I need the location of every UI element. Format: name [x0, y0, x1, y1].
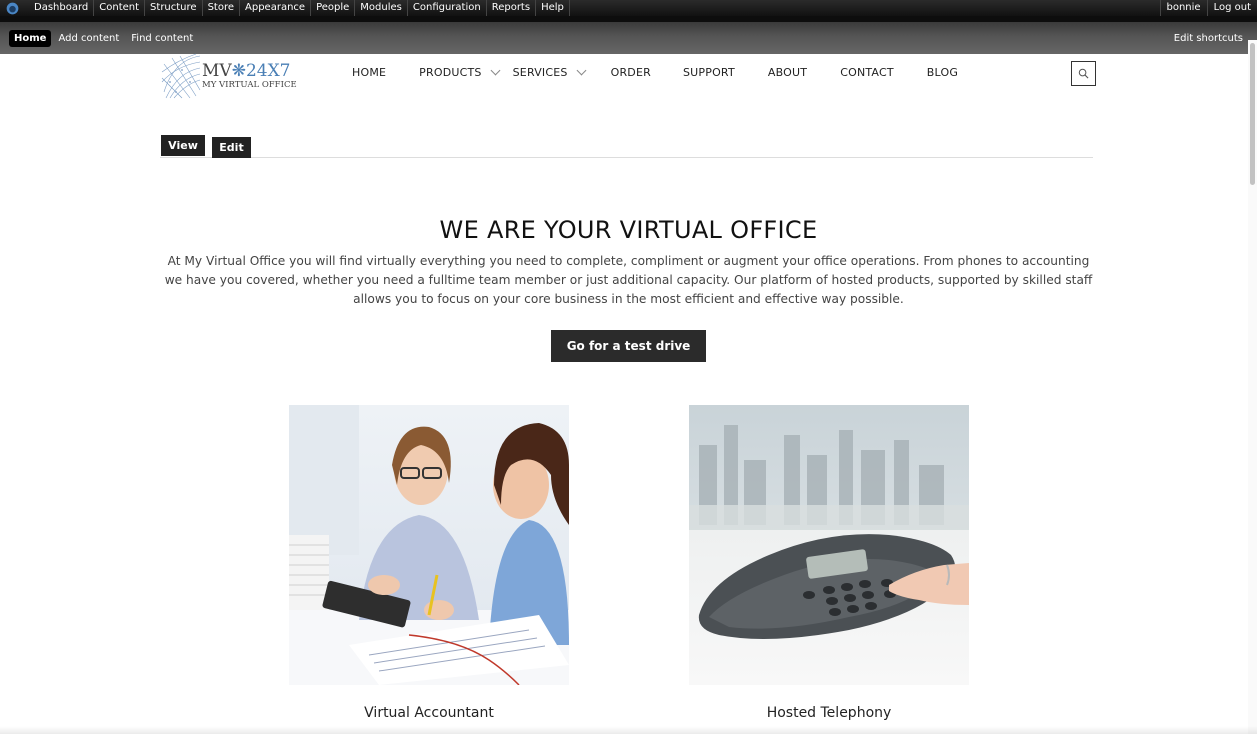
intro-paragraph: At My Virtual Office you will find virtu… [164, 254, 1093, 306]
admin-menu-structure[interactable]: Structure [145, 0, 203, 16]
tab-view[interactable]: View [161, 135, 205, 156]
admin-menu-store[interactable]: Store [203, 0, 241, 16]
bottom-shadow [0, 726, 1257, 734]
gear-logo-icon: ❋ [231, 61, 246, 81]
search-button[interactable] [1071, 61, 1096, 86]
shortcut-bar: Home Add content Find content Edit short… [0, 16, 1257, 54]
nav-support-label: SUPPORT [682, 66, 735, 79]
page-scrollbar[interactable] [1248, 40, 1257, 734]
local-tabs: View Edit [160, 135, 1093, 158]
test-drive-button[interactable]: Go for a test drive today! [551, 330, 706, 385]
logout-link[interactable]: Log out [1206, 0, 1257, 16]
search-icon [1078, 68, 1089, 79]
card-title-virtual-accountant[interactable]: Virtual Accountant [289, 705, 569, 721]
logo-tagline: MY VIRTUAL OFFICE [202, 80, 297, 90]
chevron-down-icon [490, 65, 501, 75]
edit-shortcuts-link[interactable]: Edit shortcuts [1174, 33, 1243, 44]
admin-user-menu: bonnie Log out [1159, 0, 1257, 16]
admin-menu-appearance[interactable]: Appearance [240, 0, 312, 16]
admin-menu-modules[interactable]: Modules [355, 0, 408, 16]
tab-edit[interactable]: Edit [212, 137, 251, 158]
nav-order-label: ORDER [610, 66, 651, 79]
telephony-photo[interactable] [689, 405, 969, 685]
card-title-hosted-telephony[interactable]: Hosted Telephony [689, 705, 969, 721]
nav-order[interactable]: ORDER [611, 66, 651, 79]
shortcut-find-content[interactable]: Find content [126, 30, 198, 47]
nav-products[interactable]: PRODUCTS [419, 65, 501, 79]
nav-services[interactable]: SERVICES [512, 65, 587, 79]
nav-about[interactable]: ABOUT [768, 66, 807, 79]
logo-wordmark: MV❋24X7 [202, 61, 291, 81]
accountant-photo-icon [289, 405, 569, 685]
chevron-down-icon [576, 65, 587, 75]
nav-about-label: ABOUT [767, 66, 808, 79]
shortcut-add-content[interactable]: Add content [53, 30, 124, 47]
admin-menu-content[interactable]: Content [94, 0, 146, 16]
globe-logo-icon [161, 53, 201, 99]
nav-blog[interactable]: BLOG [927, 66, 958, 79]
admin-menu-people[interactable]: People [311, 0, 356, 16]
page-title: WE ARE YOUR VIRTUAL OFFICE [439, 216, 818, 244]
nav-services-label: SERVICES [512, 66, 568, 79]
logo-24x7: 24X7 [245, 61, 291, 81]
conference-phone-photo-icon [689, 405, 969, 685]
admin-toolbar: Dashboard Content Structure Store Appear… [0, 0, 1257, 16]
admin-menu-reports[interactable]: Reports [487, 0, 537, 16]
nav-home-label: HOME [352, 66, 387, 79]
shortcut-home[interactable]: Home [9, 29, 52, 47]
main-navigation: HOME PRODUCTS SERVICES ORDER SUPPORT ABO… [352, 65, 958, 79]
accountant-photo[interactable] [289, 405, 569, 685]
nav-products-label: PRODUCTS [419, 66, 482, 79]
logo-mv: MV [202, 61, 232, 81]
admin-menu-help[interactable]: Help [536, 0, 570, 16]
scrollbar-thumb[interactable] [1250, 43, 1255, 185]
nav-support[interactable]: SUPPORT [683, 66, 735, 79]
drupal-logo-icon[interactable] [3, 0, 21, 16]
admin-menu: Dashboard Content Structure Store Appear… [29, 0, 570, 16]
admin-menu-configuration[interactable]: Configuration [408, 0, 487, 16]
site-logo[interactable]: MV❋24X7 MY VIRTUAL OFFICE [160, 52, 300, 100]
nav-blog-label: BLOG [926, 66, 959, 79]
nav-contact-label: CONTACT [840, 66, 894, 79]
nav-contact[interactable]: CONTACT [840, 66, 894, 79]
nav-home[interactable]: HOME [352, 66, 386, 79]
admin-username-link[interactable]: bonnie [1159, 0, 1207, 16]
admin-menu-dashboard[interactable]: Dashboard [29, 0, 95, 16]
